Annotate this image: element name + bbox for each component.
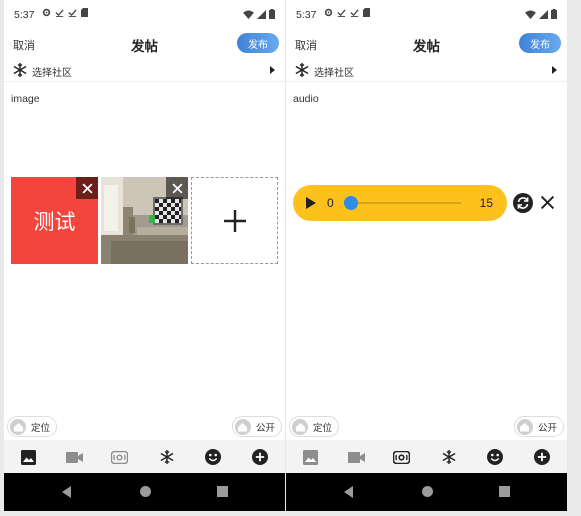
cancel-button[interactable]: 取消 [13,37,35,53]
recent-apps-icon[interactable] [217,486,228,497]
snowflake-icon[interactable] [158,448,176,466]
play-icon[interactable] [306,197,316,209]
publish-button[interactable]: 发布 [237,33,279,53]
publish-button[interactable]: 发布 [519,33,561,53]
video-icon[interactable] [347,448,365,466]
video-icon[interactable] [65,448,83,466]
location-chip[interactable]: 定位 [7,416,58,437]
recent-apps-icon[interactable] [499,486,510,497]
emoji-icon[interactable] [204,448,222,466]
emoji-icon[interactable] [486,448,504,466]
wifi-icon [243,9,254,22]
audio-total-time: 15 [479,196,493,210]
back-icon[interactable] [344,486,353,498]
home-button-icon[interactable] [140,486,151,497]
image-thumbnail[interactable]: 测试 [11,177,98,264]
location-chip[interactable]: 定位 [289,416,340,437]
media-toolbar [286,440,567,473]
home-icon [516,418,533,435]
image-icon[interactable] [301,448,319,466]
location-label: 定位 [313,422,333,434]
audio-player: 0 15 [293,185,507,221]
system-nav-bar [4,473,285,511]
status-time: 5:37 [14,9,35,21]
app-header: 取消 发帖 发布 [4,30,285,58]
community-label: 选择社区 [314,68,354,79]
home-icon [234,418,251,435]
check-icon [68,8,77,17]
phone-screen-image: 5:37 取消 发帖 发布 选择社区 image 测试 定位 公开 [4,0,285,511]
settings-icon [42,8,51,17]
status-time: 5:37 [296,9,317,21]
visibility-label: 公开 [255,422,275,434]
check-icon [337,8,346,17]
refresh-icon [513,193,533,213]
status-bar: 5:37 [286,6,567,26]
chevron-right-icon [270,66,275,74]
snowflake-icon[interactable] [440,448,458,466]
visibility-label: 公开 [537,422,557,434]
sd-card-icon [363,8,370,17]
audio-seek-knob[interactable] [344,196,358,210]
check-icon [55,8,64,17]
plus-circle-icon[interactable] [251,448,269,466]
signal-icon [257,9,266,22]
visibility-chip[interactable]: 公开 [513,416,564,437]
audio-current-time: 0 [327,196,334,210]
remove-image-button[interactable] [76,177,98,199]
audio-icon[interactable] [392,448,410,466]
battery-icon [551,9,557,22]
app-header: 取消 发帖 发布 [286,30,567,58]
home-icon [10,418,26,435]
select-community-row[interactable]: 选择社区 [286,60,567,82]
home-icon [292,418,308,435]
snowflake-icon [294,62,310,82]
back-icon[interactable] [62,486,71,498]
post-content-text[interactable]: image [11,93,40,105]
replace-audio-button[interactable] [513,193,533,217]
audio-icon[interactable] [110,448,128,466]
add-image-button[interactable] [191,177,278,264]
select-community-row[interactable]: 选择社区 [4,60,285,82]
battery-icon [269,9,275,22]
close-icon [540,195,555,210]
location-label: 定位 [31,422,51,434]
system-nav-bar [286,473,567,511]
cancel-button[interactable]: 取消 [295,37,317,53]
phone-screen-audio: 5:37 取消 发帖 发布 选择社区 audio 0 15 定位 公开 [286,0,567,511]
plus-icon [223,209,246,232]
chevron-right-icon [552,66,557,74]
check-icon [350,8,359,17]
image-icon[interactable] [19,448,37,466]
remove-audio-button[interactable] [540,195,555,214]
visibility-chip[interactable]: 公开 [231,416,282,437]
wifi-icon [525,9,536,22]
signal-icon [539,9,548,22]
snowflake-icon [12,62,28,82]
community-label: 选择社区 [32,68,72,79]
image-thumbnail[interactable] [101,177,188,264]
sd-card-icon [81,8,88,17]
settings-icon [324,8,333,17]
remove-image-button[interactable] [166,177,188,199]
audio-progress-track[interactable] [351,202,461,204]
image-thumbnail-text: 测试 [33,209,76,234]
home-button-icon[interactable] [422,486,433,497]
plus-circle-icon[interactable] [533,448,551,466]
media-toolbar [4,440,285,473]
status-bar: 5:37 [4,6,285,26]
post-content-text[interactable]: audio [293,93,319,105]
